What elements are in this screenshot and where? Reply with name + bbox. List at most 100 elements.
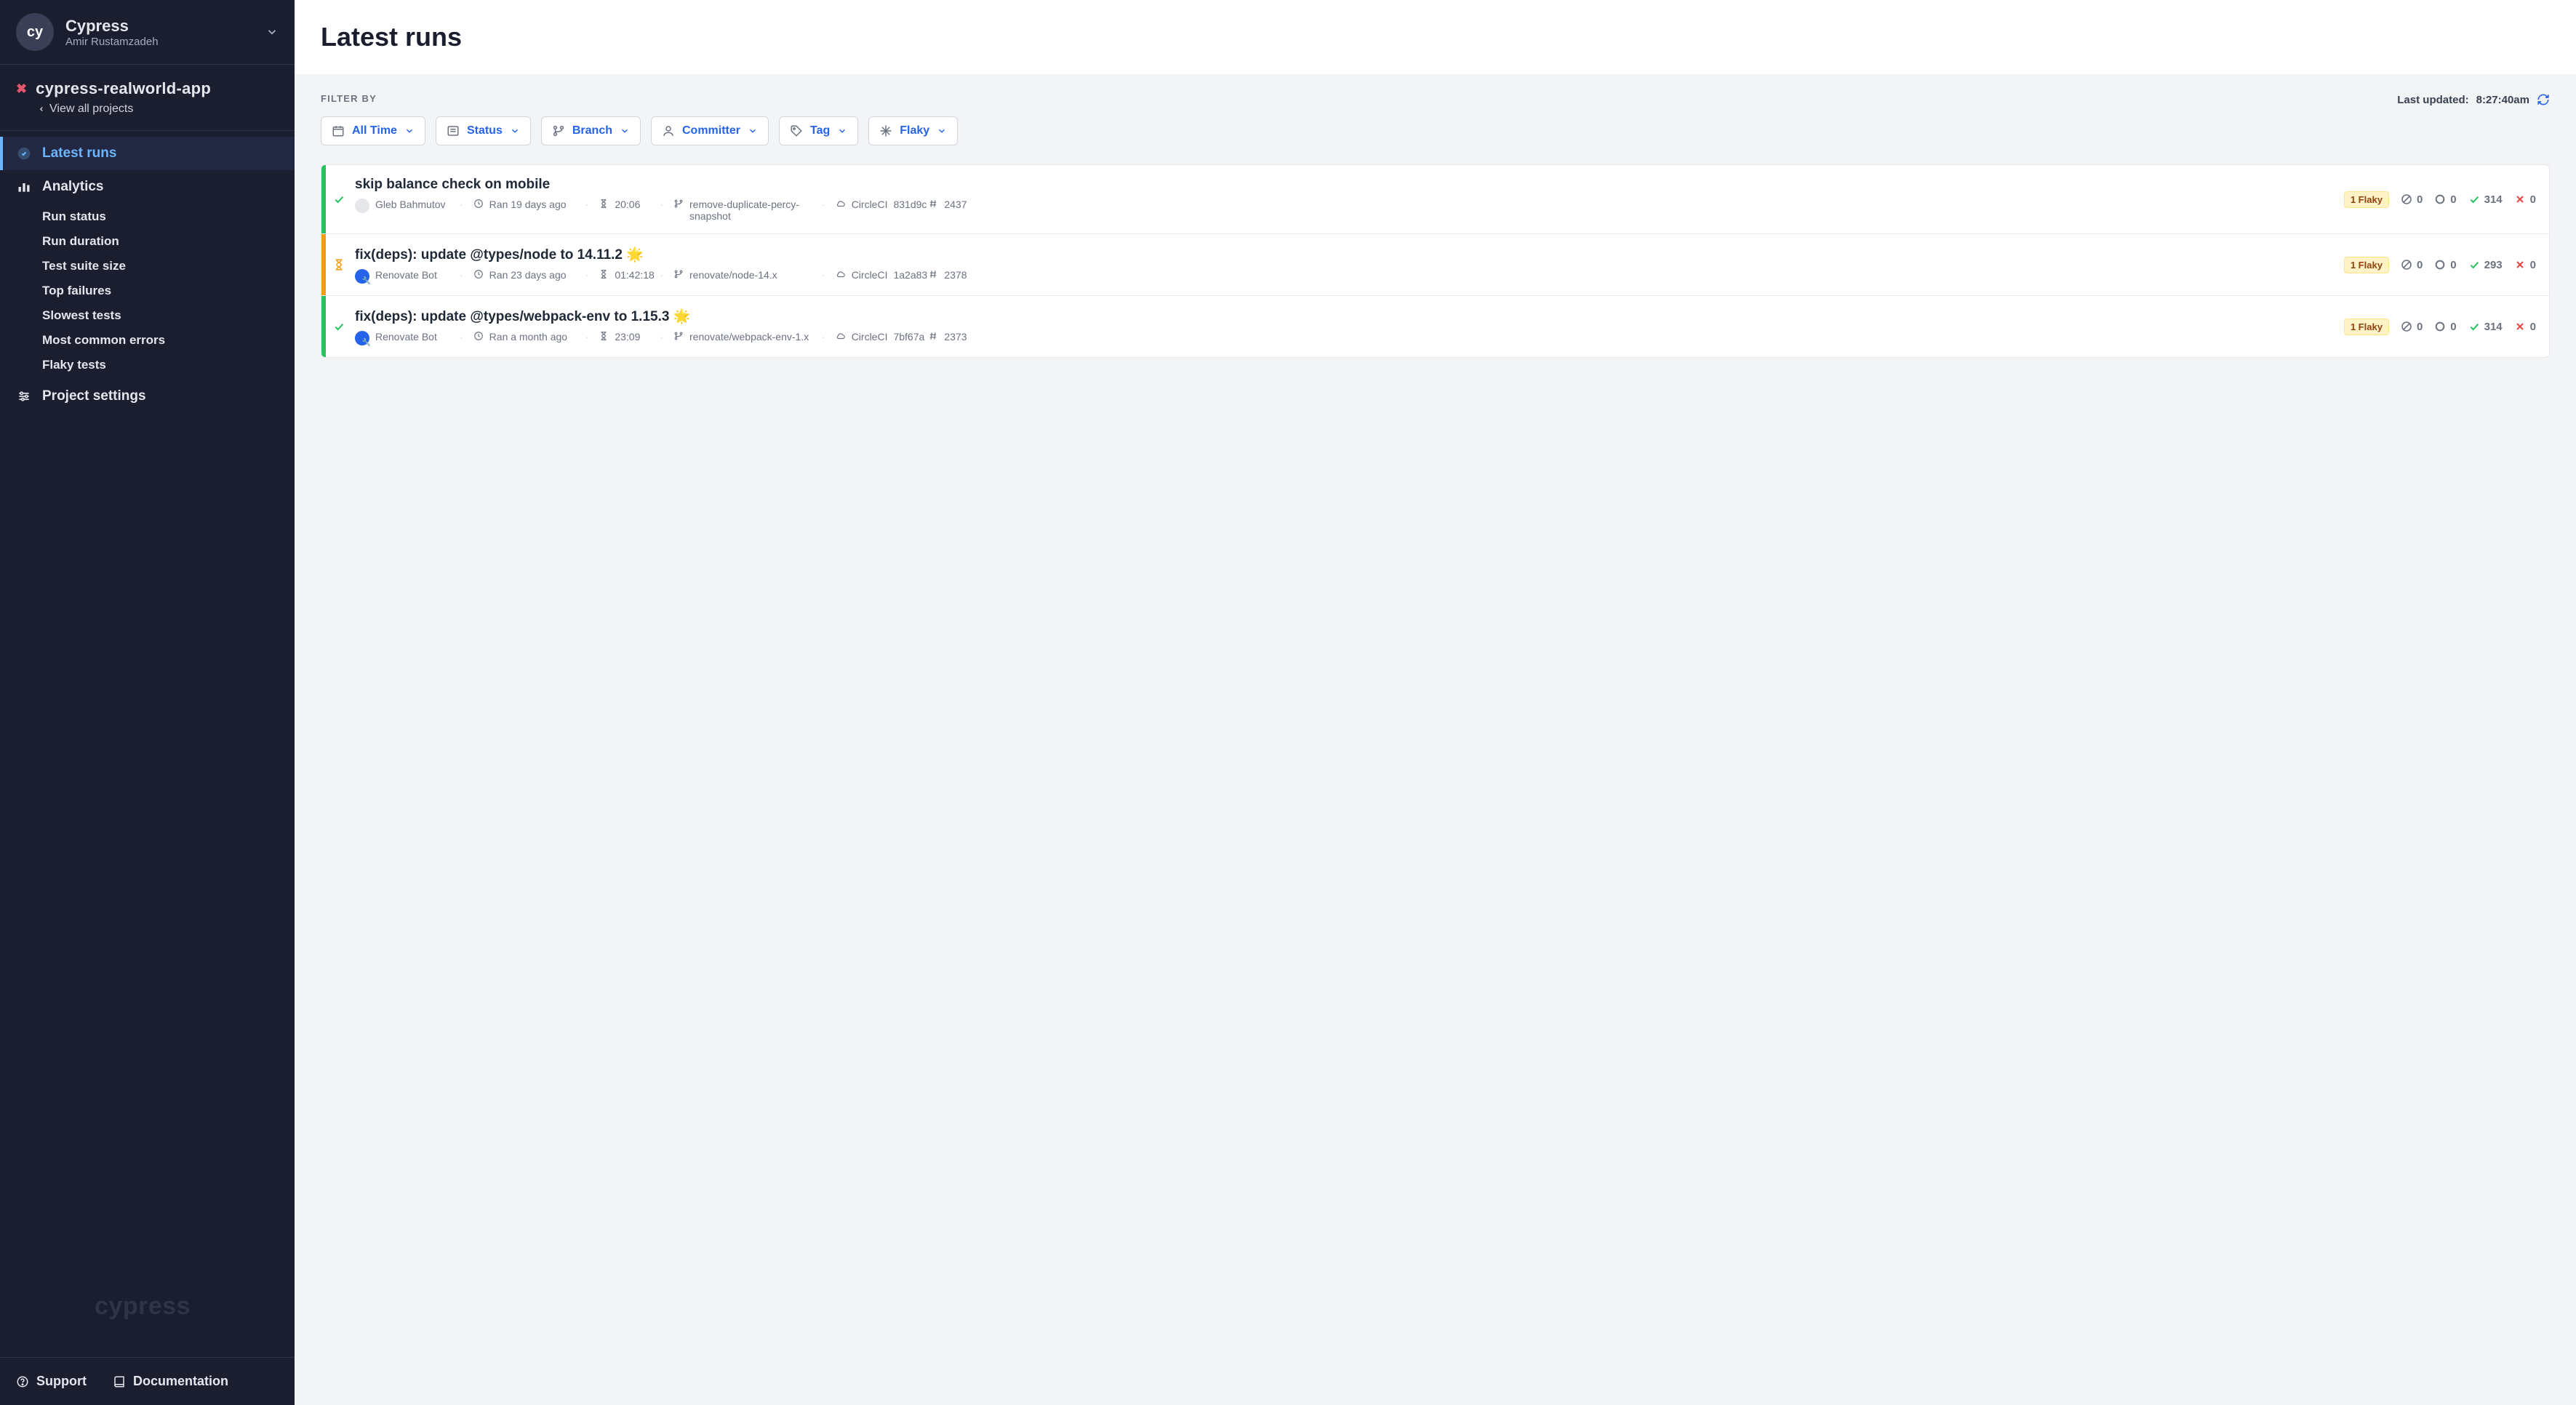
- cloud-icon: [836, 331, 846, 341]
- run-sha: 1a2a83: [893, 269, 927, 281]
- flaky-badge: 1 Flaky: [2344, 191, 2389, 208]
- runs-list: skip balance check on mobile Gleb Bahmuto…: [321, 164, 2550, 358]
- run-id: 2437: [944, 199, 967, 210]
- run-ran: Ran 23 days ago: [489, 269, 567, 281]
- run-status: [326, 234, 352, 295]
- stat-passed: 293: [2468, 259, 2503, 271]
- org-switcher[interactable]: cy Cypress Amir Rustamzadeh: [0, 0, 295, 65]
- subnav-run-duration[interactable]: Run duration: [42, 234, 295, 249]
- stat-passed: 314: [2468, 193, 2503, 206]
- support-label: Support: [36, 1374, 87, 1389]
- refresh-icon[interactable]: [2537, 93, 2550, 106]
- last-updated-time: 8:27:40am: [2476, 94, 2529, 106]
- stat-skipped: 0: [2401, 321, 2423, 333]
- flaky-badge: 1 Flaky: [2344, 257, 2389, 273]
- flaky-badge: 1 Flaky: [2344, 319, 2389, 335]
- cloud-icon: [836, 269, 846, 279]
- stat-passed: 314: [2468, 321, 2503, 333]
- analytics-subnav: Run status Run duration Test suite size …: [0, 204, 295, 380]
- run-title: skip balance check on mobile: [355, 177, 2334, 193]
- filter-branch[interactable]: Branch: [541, 116, 641, 145]
- org-name: Cypress: [65, 17, 159, 36]
- org-avatar: cy: [16, 13, 54, 51]
- main: Latest runs FILTER BY Last updated: 8:27…: [295, 0, 2576, 1405]
- cloud-icon: [836, 199, 846, 209]
- git-branch-icon: [673, 331, 684, 341]
- filter-bar: All Time Status Branch Committer: [321, 116, 2550, 145]
- run-title: fix(deps): update @types/node to 14.11.2…: [355, 246, 2334, 263]
- x-icon: [2514, 259, 2526, 271]
- stat-skipped: 0: [2401, 259, 2423, 271]
- chevron-left-icon: [38, 105, 45, 113]
- subnav-slowest-tests[interactable]: Slowest tests: [42, 308, 295, 323]
- sidebar-item-project-settings[interactable]: Project settings: [0, 380, 295, 413]
- run-status: [326, 165, 352, 233]
- chevron-down-icon: [404, 126, 415, 136]
- run-ci: CircleCI: [852, 269, 888, 281]
- run-id: 2373: [944, 331, 967, 343]
- filter-label: All Time: [352, 124, 397, 137]
- subnav-flaky-tests[interactable]: Flaky tests: [42, 358, 295, 372]
- sidebar-item-latest-runs[interactable]: Latest runs: [0, 137, 295, 170]
- author-avatar: [355, 199, 369, 213]
- run-author: Renovate Bot: [375, 331, 437, 343]
- filter-by-label: FILTER BY: [321, 93, 377, 104]
- subnav-most-common-errors[interactable]: Most common errors: [42, 333, 295, 348]
- run-row[interactable]: fix(deps): update @types/webpack-env to …: [321, 295, 2549, 357]
- skipped-icon: [2401, 259, 2412, 271]
- clock-icon: [473, 331, 484, 341]
- run-duration: 01:42:18: [615, 269, 655, 281]
- chevron-down-icon: [510, 126, 520, 136]
- hash-icon: [928, 199, 938, 209]
- subnav-top-failures[interactable]: Top failures: [42, 284, 295, 298]
- subnav-run-status[interactable]: Run status: [42, 209, 295, 224]
- filter-flaky[interactable]: Flaky: [868, 116, 958, 145]
- filter-status[interactable]: Status: [436, 116, 531, 145]
- run-id: 2378: [944, 269, 967, 281]
- view-all-projects-link[interactable]: View all projects: [38, 103, 279, 116]
- run-status: [326, 296, 352, 357]
- chevron-down-icon: [937, 126, 947, 136]
- calendar-icon: [332, 124, 345, 137]
- support-link[interactable]: Support: [16, 1374, 87, 1389]
- page-title: Latest runs: [321, 22, 2550, 52]
- clock-icon: [473, 199, 484, 209]
- skipped-icon: [2401, 321, 2412, 332]
- chevron-down-icon: [748, 126, 758, 136]
- clock-icon: [473, 269, 484, 279]
- bar-chart-icon: [16, 180, 32, 194]
- stat-skipped: 0: [2401, 193, 2423, 206]
- run-row[interactable]: fix(deps): update @types/node to 14.11.2…: [321, 233, 2549, 295]
- check-icon: [2468, 193, 2480, 205]
- filter-committer[interactable]: Committer: [651, 116, 769, 145]
- view-all-projects-label: View all projects: [49, 103, 133, 116]
- chevron-down-icon: [265, 25, 279, 39]
- x-icon: [2514, 193, 2526, 205]
- run-branch: renovate/webpack-env-1.x: [689, 331, 809, 343]
- chevron-down-icon: [620, 126, 630, 136]
- subnav-test-suite-size[interactable]: Test suite size: [42, 259, 295, 273]
- run-author: Renovate Bot: [375, 269, 437, 281]
- stat-pending: 0: [2434, 321, 2456, 333]
- sidebar-item-analytics[interactable]: Analytics: [0, 170, 295, 204]
- git-branch-icon: [673, 199, 684, 209]
- x-icon: [2514, 321, 2526, 332]
- sidebar-nav: Latest runs Analytics Run status Run dur…: [0, 131, 295, 1357]
- documentation-link[interactable]: Documentation: [113, 1374, 228, 1389]
- filter-all-time[interactable]: All Time: [321, 116, 425, 145]
- tag-icon: [790, 124, 803, 137]
- run-author: Gleb Bahmutov: [375, 199, 446, 210]
- filter-tag[interactable]: Tag: [779, 116, 858, 145]
- last-updated: Last updated: 8:27:40am: [2397, 93, 2550, 106]
- skipped-icon: [2401, 193, 2412, 205]
- hash-icon: [928, 269, 938, 279]
- snowflake-icon: [879, 124, 892, 137]
- run-branch: renovate/node-14.x: [689, 269, 777, 281]
- run-row[interactable]: skip balance check on mobile Gleb Bahmuto…: [321, 165, 2549, 233]
- sidebar: cy Cypress Amir Rustamzadeh ✖ cypress-re…: [0, 0, 295, 1405]
- pending-icon: [2434, 321, 2446, 332]
- git-branch-icon: [552, 124, 565, 137]
- run-duration: 20:06: [615, 199, 640, 210]
- status-pass-icon: [333, 193, 345, 205]
- status-pending-icon: [332, 258, 345, 271]
